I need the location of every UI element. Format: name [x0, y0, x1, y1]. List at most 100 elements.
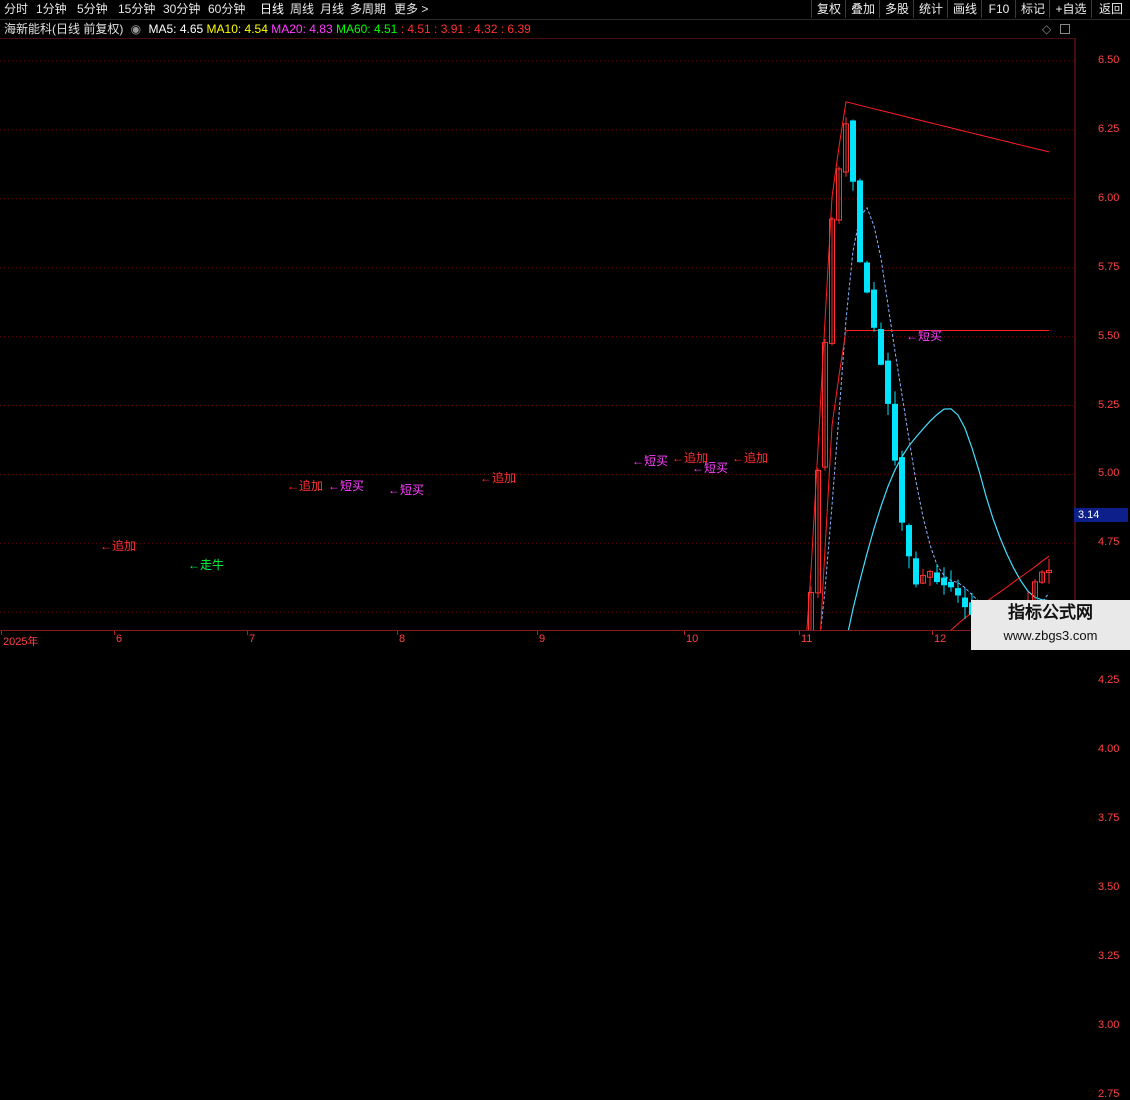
indicator-lines	[806, 101, 1050, 630]
price-tick-label: 3.50	[1098, 880, 1120, 893]
candle-body	[892, 403, 898, 461]
candle-body	[962, 597, 968, 608]
legend-item-3: MA60: 4.51	[335, 22, 401, 36]
date-tick-label: 2025年	[3, 636, 39, 648]
settings-circle-icon[interactable]: ◉	[131, 22, 141, 36]
candle-body	[913, 558, 919, 585]
price-tick-label: 6.25	[1098, 122, 1120, 135]
watermark-logo: 指标公式网 www.zbgs3.com	[971, 600, 1130, 650]
date-tick-label: 8	[399, 633, 406, 645]
price-tick-label: 4.75	[1098, 536, 1120, 549]
signal-label: ←追加	[100, 538, 136, 553]
price-tick-label: 4.25	[1098, 674, 1120, 687]
date-tick	[799, 631, 800, 635]
date-tick-label: 9	[539, 633, 546, 645]
watermark-line1: 指标公式网	[1008, 603, 1093, 622]
draw-line-button[interactable]: 画线	[947, 0, 982, 18]
candle-body	[906, 525, 912, 557]
date-tick-label: 6	[116, 633, 123, 645]
candle-body	[934, 572, 940, 583]
legend-item-1: MA10: 4.54	[206, 22, 272, 36]
candle-body	[948, 581, 954, 588]
multi-stock-button[interactable]: 多股	[879, 0, 914, 18]
kline-chart[interactable]: ←追加←走牛←追加 ←短买 ←短买←追加←短买 ←追加←短买←追加←短买	[0, 38, 1130, 630]
resistance-band	[806, 101, 1050, 630]
price-tick-label: 2.75	[1098, 1087, 1120, 1100]
date-axis: 2025年 6 7 8 9 10 11 12	[0, 630, 1130, 651]
date-tick	[247, 631, 248, 635]
period-toolbar: 分时 1分钟 5分钟 15分钟 30分钟 60分钟 日线 周线 月线 多周期 更…	[0, 0, 1130, 20]
candle-body	[885, 360, 891, 404]
signal-label: ←追加	[480, 470, 516, 485]
signal-label: ←短买	[692, 461, 728, 475]
overlay-button[interactable]: 叠加	[845, 0, 880, 18]
price-tick-label: 5.75	[1098, 260, 1120, 273]
indicator-legend: 海新能科(日线 前复权) ◉ MA5: 4.65 MA10: 4.54 MA20…	[0, 20, 1075, 38]
signal-label: ←短买	[906, 329, 942, 343]
period-tab-60min[interactable]: 60分钟	[208, 2, 245, 17]
date-tick	[114, 631, 115, 635]
period-tab-weekly[interactable]: 周线	[290, 2, 314, 17]
signal-label: ←短买	[632, 454, 668, 468]
candle-body	[871, 289, 877, 328]
candle-body	[899, 457, 905, 523]
price-tick-label: 3.00	[1098, 1018, 1120, 1031]
price-tick-label: 3.25	[1098, 949, 1120, 962]
legend-item-0: MA5: 4.65	[148, 22, 207, 36]
signal-label: ←追加	[732, 450, 768, 465]
signal-label: ←走牛	[188, 557, 224, 572]
stock-title: 海新能科(日线 前复权)	[4, 22, 124, 36]
date-tick-label: 12	[934, 633, 947, 645]
price-tick-label: 5.25	[1098, 398, 1120, 411]
date-tick	[1, 631, 2, 635]
period-tab-monthly[interactable]: 月线	[320, 2, 344, 17]
watermark-line2: www.zbgs3.com	[1003, 628, 1098, 643]
legend-item-2: MA20: 4.83	[271, 22, 336, 36]
date-tick-label: 11	[801, 633, 813, 645]
period-tab-1min[interactable]: 1分钟	[36, 2, 67, 17]
legend-item-4: : 4.51	[400, 22, 435, 36]
period-tab-multi[interactable]: 多周期	[350, 2, 386, 17]
price-tick-label: 6.00	[1098, 191, 1120, 204]
candle-body	[955, 588, 961, 596]
date-tick-label: 10	[686, 633, 699, 645]
candle-body	[878, 328, 884, 365]
panel-toggle-icon[interactable]	[1060, 24, 1070, 34]
price-tick-label: 3.75	[1098, 811, 1120, 824]
date-tick	[684, 631, 685, 635]
signal-label: ←短买	[388, 483, 424, 497]
current-price-tag: 3.14	[1074, 508, 1128, 522]
price-tick-label: 4.00	[1098, 743, 1120, 755]
statistics-button[interactable]: 统计	[913, 0, 948, 18]
candle-body	[941, 577, 947, 586]
mark-button[interactable]: 标记	[1015, 0, 1050, 18]
signal-label: ←追加	[287, 478, 323, 493]
period-tab-more[interactable]: 更多 >	[394, 2, 428, 17]
period-tab-15min[interactable]: 15分钟	[118, 2, 155, 17]
date-tick	[932, 631, 933, 635]
period-tab-5min[interactable]: 5分钟	[77, 2, 108, 17]
price-axis: 6.506.256.005.755.505.255.004.754.504.25…	[1076, 0, 1130, 1100]
period-tab-timeshare[interactable]: 分时	[4, 2, 28, 17]
candle-body	[850, 120, 856, 182]
date-tick	[397, 631, 398, 635]
legend-item-5: : 3.91	[434, 22, 468, 36]
candle-body	[857, 180, 863, 263]
legend-item-6: : 4.32	[467, 22, 501, 36]
signal-label: ←短买	[328, 479, 364, 493]
lower-band	[820, 330, 1049, 630]
period-tab-30min[interactable]: 30分钟	[163, 2, 200, 17]
support-line-red	[950, 555, 1050, 630]
date-tick	[537, 631, 538, 635]
diamond-icon[interactable]: ◇	[1042, 20, 1051, 38]
candlesticks	[808, 117, 1052, 630]
period-tab-daily[interactable]: 日线	[260, 2, 284, 17]
adjust-button[interactable]: 复权	[811, 0, 846, 18]
date-tick-label: 7	[249, 633, 256, 645]
price-tick-label: 5.50	[1098, 329, 1120, 342]
price-tick-label: 6.50	[1098, 54, 1120, 66]
price-tick-label: 5.00	[1098, 467, 1120, 480]
legend-item-7: : 6.39	[500, 22, 531, 36]
candle-body	[864, 262, 870, 293]
f10-button[interactable]: F10	[981, 0, 1016, 18]
